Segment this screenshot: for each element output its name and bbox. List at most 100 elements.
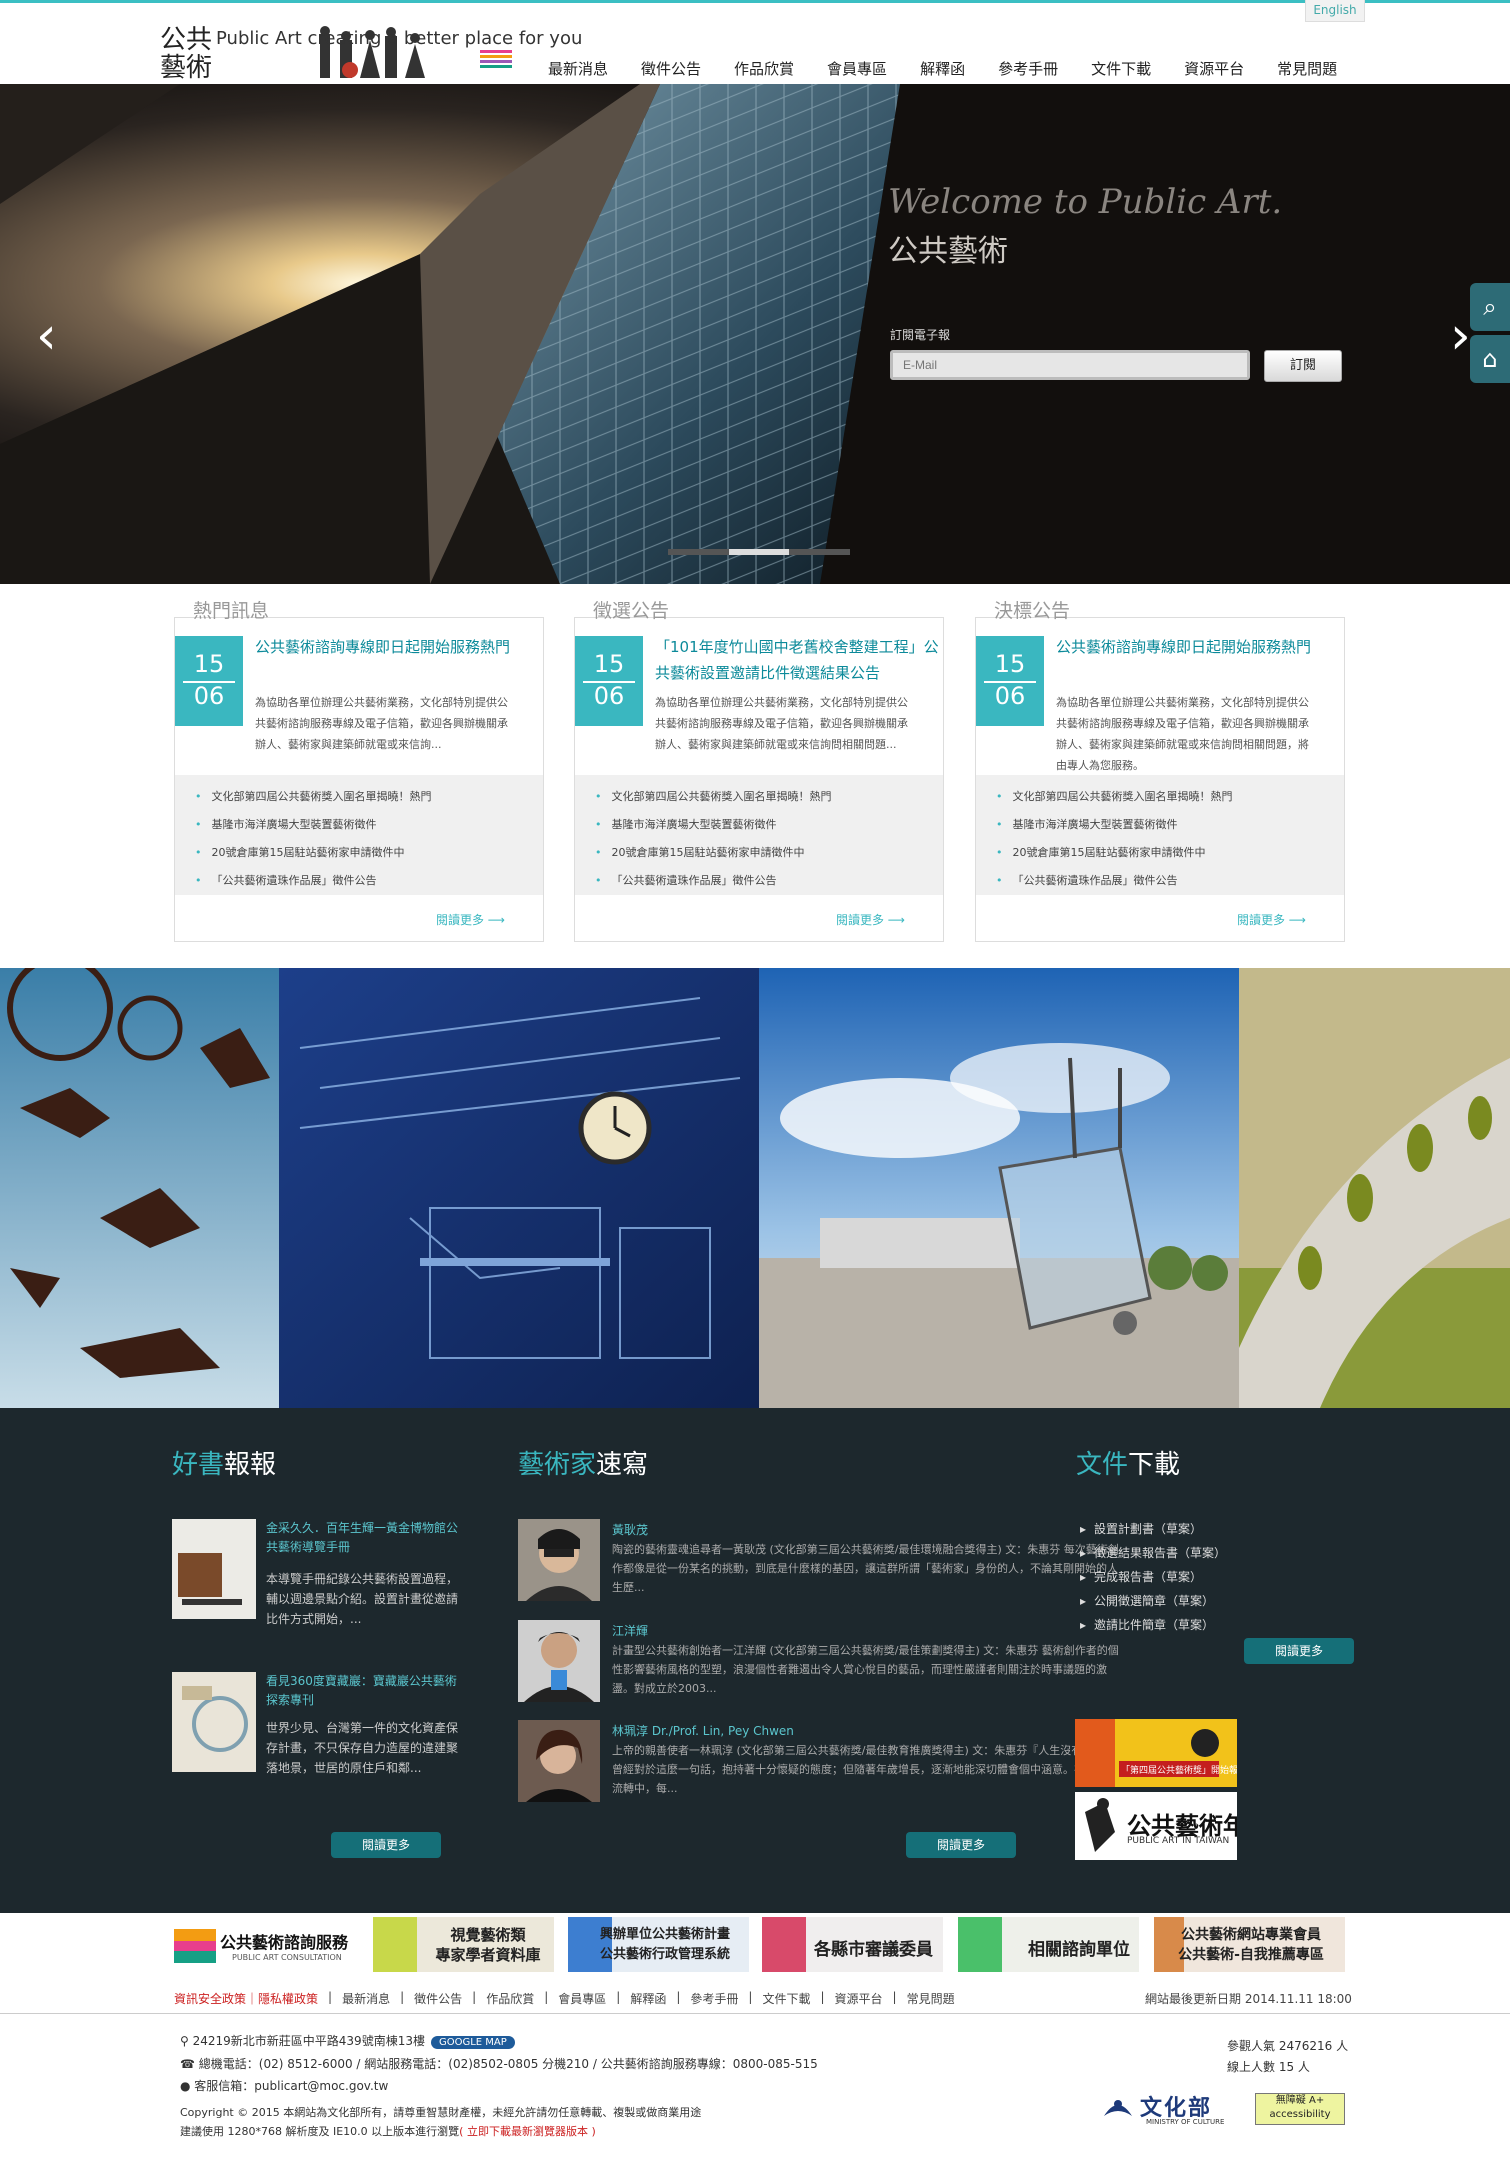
list-item[interactable]: 文化部第四屆公共藝術獎入圍名單揭曉！熱門 [195,783,543,811]
footer-nav-link[interactable]: 參考手冊 [690,1990,738,2007]
list-item[interactable]: 基隆市海洋廣場大型裝置藝術徵件 [195,811,543,839]
site-logo[interactable]: 公共藝術 Public Art creating a better place … [160,24,582,84]
nav-downloads[interactable]: 文件下載 [1091,58,1151,79]
list-item[interactable]: 「公共藝術遺珠作品展」徵件公告 [195,867,543,895]
card-headline[interactable]: 公共藝術諮詢專線即日起開始服務熱門 [255,634,539,660]
book-title[interactable]: 看見360度寶藏巖：寶藏巖公共藝術探索專刊 [266,1672,461,1710]
home-icon[interactable]: ⌂ [1470,335,1510,383]
slider-pager[interactable] [668,549,851,557]
link-consultation[interactable]: 公共藝術諮詢服務 PUBLIC ART CONSULTATION [174,1917,364,1972]
download-item[interactable]: 完成報告書（草案） [1080,1568,1202,1585]
read-more-link[interactable]: 閱讀更多 ⟶ [1237,911,1306,928]
footer-policy-link[interactable]: 資訊安全政策｜隱私權政策 [174,1990,318,2007]
nav-news[interactable]: 最新消息 [548,58,608,79]
news-card-calls: 徵選公告 15 06 「101年度竹山國中老舊校舍整建工程」公共藝術設置邀請比件徵… [574,600,944,942]
link-label: 興辦單位公共藝術計畫 公共藝術行政管理系統 [599,1927,730,1962]
nav-interpretations[interactable]: 解釋函 [920,58,965,79]
nav-faq[interactable]: 常見問題 [1277,58,1337,79]
prev-slide-icon[interactable]: ‹ [36,310,57,362]
moc-logo[interactable]: 文化部 MINISTRY OF CULTURE [1100,2090,1240,2130]
logo-en-text: Public Art creating a better place for y… [216,28,583,49]
book-cover-360[interactable] [172,1672,256,1772]
card-body: 為協助各單位辦理公共藝術業務，文化部特別提供公共藝術諮詢服務專線及電子信箱，歡迎… [255,696,508,751]
slider-dot[interactable] [728,549,790,555]
link-committee[interactable]: 各縣市審議委員 [762,1917,943,1972]
read-more-link[interactable]: 閱讀更多 ⟶ [436,911,505,928]
card-headline[interactable]: 「101年度竹山國中老舊校舍整建工程」公共藝術設置邀請比件徵選結果公告 [655,634,939,686]
subscribe-button[interactable]: 訂閱 [1264,350,1342,382]
photo-mosaic-arch[interactable] [1239,968,1510,1408]
artists-more-button[interactable]: 閱讀更多 [906,1832,1016,1858]
list-item[interactable]: 「公共藝術遺珠作品展」徵件公告 [996,867,1344,895]
browser-download-link[interactable]: ( 立即下載最新瀏覽器版本 ) [459,2125,596,2138]
artist-photo[interactable] [518,1720,600,1802]
banner-award-2014[interactable]: 「第四屆公共藝術獎」開始報名 [1075,1719,1237,1787]
list-item[interactable]: 基隆市海洋廣場大型裝置藝術徵件 [595,811,943,839]
card-headline[interactable]: 公共藝術諮詢專線即日起開始服務熱門 [1056,634,1340,660]
list-item[interactable]: 文化部第四屆公共藝術獎入圍名單揭曉！熱門 [996,783,1344,811]
download-item[interactable]: 徵選結果報告書（草案） [1080,1544,1226,1561]
next-slide-icon[interactable]: › [1450,310,1471,362]
link-label: 相關諮詢單位 [1028,1940,1130,1960]
phone-icon: ☎ [180,2057,199,2071]
footer-nav-link[interactable]: 解釋函 [630,1990,666,2007]
books-more-button[interactable]: 閱讀更多 [331,1832,441,1858]
download-item[interactable]: 設置計劃書（草案） [1080,1520,1202,1537]
slider-dot[interactable] [668,549,729,555]
photo-blue-wall-clock[interactable] [279,968,759,1408]
footer-nav-link[interactable]: 最新消息 [342,1990,390,2007]
footer-nav-link[interactable]: 資源平台 [835,1990,883,2007]
artist-desc: 計畫型公共藝術創始者一江洋輝 (文化部第三屆公共藝術獎/最佳策劃獎得主) 文：朱… [612,1644,1119,1695]
main-nav: 最新消息 徵件公告 作品欣賞 會員專區 解釋函 參考手冊 文件下載 資源平台 常… [548,58,1370,79]
list-item[interactable]: 20號倉庫第15屆駐站藝術家申請徵件中 [195,839,543,867]
accessibility-badge[interactable]: 無障礙 A+ accessibility [1255,2093,1345,2125]
artist-name[interactable]: 黃耿茂 [612,1521,648,1538]
artist-photo[interactable] [518,1620,600,1702]
download-item[interactable]: 公開徵選簡章（草案） [1080,1592,1214,1609]
footer-nav-link[interactable]: 常見問題 [907,1990,955,2007]
link-admin-system[interactable]: 興辦單位公共藝術計畫 公共藝術行政管理系統 [568,1917,749,1972]
english-link[interactable]: English [1305,0,1365,22]
link-self-recommend[interactable]: 公共藝術網站專業會員 公共藝術-自我推薦專區 [1154,1917,1345,1972]
artist-name[interactable]: 江洋輝 [612,1622,648,1639]
read-more-link[interactable]: 閱讀更多 ⟶ [836,911,905,928]
email-input[interactable] [890,350,1250,380]
list-item[interactable]: 文化部第四屆公共藝術獎入圍名單揭曉！熱門 [595,783,943,811]
footer-nav: 資訊安全政策｜隱私權政策 | 最新消息 | 徵件公告 | 作品欣賞 | 會員專區 | 解釋… [174,1990,955,2007]
banner-yearbook[interactable]: 公共藝術年鑑 PUBLIC ART IN TAIWAN [1075,1792,1237,1860]
link-label: 各縣市審議委員 [814,1940,933,1960]
artist-name[interactable]: 林珮淳 Dr./Prof. Lin, Pey Chwen [612,1722,794,1739]
expert-db-icon [373,1917,417,1972]
download-item[interactable]: 邀請比件簡章（草案） [1080,1616,1214,1633]
book-cover-gold[interactable] [172,1519,256,1619]
list-item[interactable]: 20號倉庫第15屆駐站藝術家申請徵件中 [595,839,943,867]
photo-sculpture-figures[interactable] [0,968,279,1408]
nav-members[interactable]: 會員專區 [827,58,887,79]
footer-address: ⚲ 24219新北市新莊區中平路439號南棟13樓 GOOGLE MAP [180,2032,515,2049]
footer-nav-link[interactable]: 文件下載 [762,1990,810,2007]
card-list: 文化部第四屆公共藝術獎入圍名單揭曉！熱門 基隆市海洋廣場大型裝置藝術徵件 20號… [575,775,943,895]
list-item[interactable]: 基隆市海洋廣場大型裝置藝術徵件 [996,811,1344,839]
book-title[interactable]: 金采久久．百年生輝一黃金博物館公共藝術導覽手冊 [266,1519,461,1557]
nav-manuals[interactable]: 參考手冊 [998,58,1058,79]
photo-trolley-sculpture[interactable] [759,968,1239,1408]
footer-nav-link[interactable]: 會員專區 [558,1990,606,2007]
slider-dot[interactable] [789,549,851,555]
nav-works[interactable]: 作品欣賞 [734,58,794,79]
footer-copyright: Copyright © 2015 本網站為文化部所有，請尊重智慧財產權，未經允許… [180,2106,702,2119]
search-icon[interactable]: ⌕ [1470,283,1510,331]
downloads-more-button[interactable]: 閱讀更多 [1244,1638,1354,1664]
list-item[interactable]: 「公共藝術遺珠作品展」徵件公告 [595,867,943,895]
nav-calls[interactable]: 徵件公告 [641,58,701,79]
list-item[interactable]: 20號倉庫第15屆駐站藝術家申請徵件中 [996,839,1344,867]
footer-nav-link[interactable]: 徵件公告 [414,1990,462,2007]
link-consult-units[interactable]: 相關諮詢單位 [958,1917,1139,1972]
nav-resources[interactable]: 資源平台 [1184,58,1244,79]
artist-photo[interactable] [518,1519,600,1601]
footer-divider [0,2013,1510,2014]
card-list: 文化部第四屆公共藝術獎入圍名單揭曉！熱門 基隆市海洋廣場大型裝置藝術徵件 20號… [175,775,543,895]
artwork-photo-strip [0,968,1510,1408]
link-expert-db[interactable]: 視覺藝術類 專家學者資料庫 [373,1917,554,1972]
footer-nav-link[interactable]: 作品欣賞 [486,1990,534,2007]
google-map-button[interactable]: GOOGLE MAP [430,2036,515,2049]
